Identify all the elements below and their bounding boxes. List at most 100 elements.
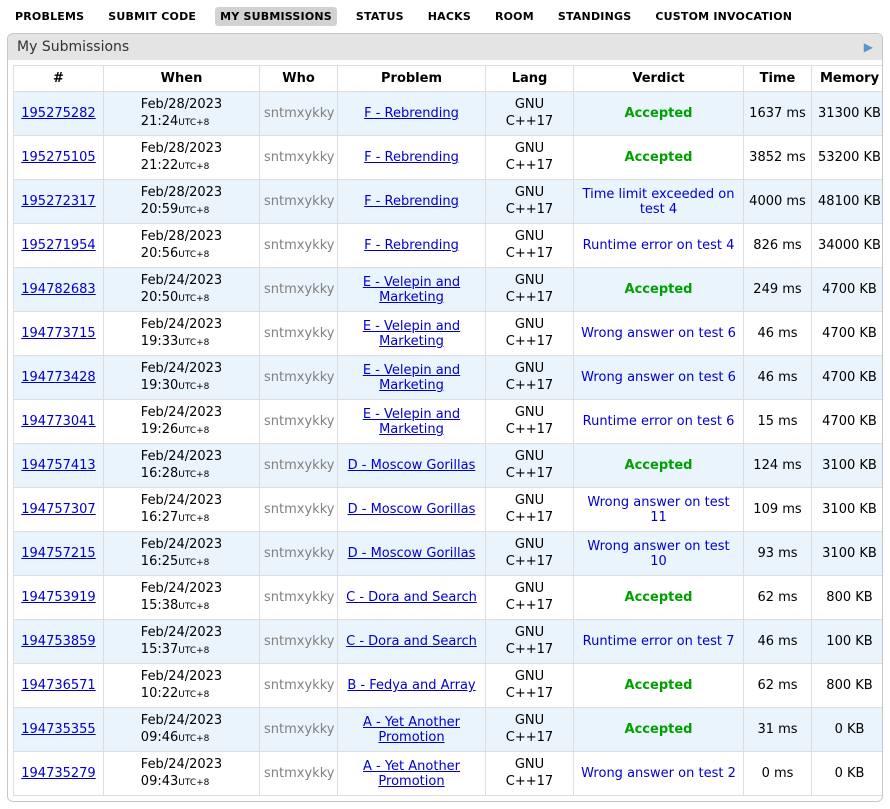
submission-id-link[interactable]: 194735279 bbox=[21, 766, 95, 781]
cell-verdict: Accepted bbox=[574, 268, 744, 312]
problem-link[interactable]: A - Yet Another Promotion bbox=[363, 715, 460, 745]
cell-lang: GNU C++17 bbox=[486, 532, 574, 576]
cell-verdict: Wrong answer on test 6 bbox=[574, 312, 744, 356]
language-label: GNU C++17 bbox=[505, 273, 555, 307]
submission-row: 194753919Feb/24/202315:38UTC+8sntmxykkyC… bbox=[14, 576, 884, 620]
submission-id-link[interactable]: 194736571 bbox=[21, 678, 95, 693]
problem-link[interactable]: E - Velepin and Marketing bbox=[363, 319, 460, 349]
submission-time: 15:38UTC+8 bbox=[141, 598, 222, 614]
cell-who: sntmxykky bbox=[260, 752, 338, 796]
timezone-label: UTC+8 bbox=[178, 382, 209, 392]
nav-item-my-submissions[interactable]: MY SUBMISSIONS bbox=[215, 7, 337, 26]
nav-item-status[interactable]: STATUS bbox=[351, 7, 409, 26]
submission-row: 194736571Feb/24/202310:22UTC+8sntmxykkyB… bbox=[14, 664, 884, 708]
timezone-label: UTC+8 bbox=[178, 470, 209, 480]
submission-id-link[interactable]: 194782683 bbox=[21, 282, 95, 297]
cell-submission-id: 195275105 bbox=[14, 136, 104, 180]
cell-submission-id: 195271954 bbox=[14, 224, 104, 268]
when-text: Feb/24/202309:46UTC+8 bbox=[141, 713, 222, 746]
cell-problem: C - Dora and Search bbox=[338, 620, 486, 664]
problem-link[interactable]: F - Rebrending bbox=[364, 106, 459, 121]
submission-id-link[interactable]: 195275105 bbox=[21, 150, 95, 165]
cell-lang: GNU C++17 bbox=[486, 224, 574, 268]
problem-link[interactable]: D - Moscow Gorillas bbox=[348, 502, 476, 517]
nav-item-room[interactable]: ROOM bbox=[490, 7, 539, 26]
cell-lang: GNU C++17 bbox=[486, 576, 574, 620]
my-submissions-panel: My Submissions ▶ #WhenWhoProblemLangVerd… bbox=[7, 33, 883, 802]
cell-when: Feb/24/202315:37UTC+8 bbox=[104, 620, 260, 664]
cell-verdict: Accepted bbox=[574, 664, 744, 708]
submission-id-link[interactable]: 195272317 bbox=[21, 194, 95, 209]
submission-id-link[interactable]: 194773715 bbox=[21, 326, 95, 341]
language-label: GNU C++17 bbox=[505, 361, 555, 395]
verdict-label: Accepted bbox=[625, 458, 693, 473]
cell-time: 109 ms bbox=[744, 488, 812, 532]
cell-when: Feb/24/202319:26UTC+8 bbox=[104, 400, 260, 444]
cell-submission-id: 194735355 bbox=[14, 708, 104, 752]
problem-link[interactable]: D - Moscow Gorillas bbox=[348, 458, 476, 473]
submission-time: 20:50UTC+8 bbox=[141, 290, 222, 306]
cell-submission-id: 194782683 bbox=[14, 268, 104, 312]
problem-link[interactable]: A - Yet Another Promotion bbox=[363, 759, 460, 789]
submission-date: Feb/28/2023 bbox=[141, 229, 222, 245]
submission-date: Feb/28/2023 bbox=[141, 141, 222, 157]
cell-lang: GNU C++17 bbox=[486, 752, 574, 796]
submission-id-link[interactable]: 195275282 bbox=[21, 106, 95, 121]
verdict-label: Wrong answer on test 6 bbox=[581, 326, 736, 341]
problem-link[interactable]: E - Velepin and Marketing bbox=[363, 407, 460, 437]
cell-lang: GNU C++17 bbox=[486, 356, 574, 400]
cell-submission-id: 195272317 bbox=[14, 180, 104, 224]
cell-who: sntmxykky bbox=[260, 180, 338, 224]
submission-id-link[interactable]: 194753919 bbox=[21, 590, 95, 605]
cell-who: sntmxykky bbox=[260, 532, 338, 576]
nav-item-standings[interactable]: STANDINGS bbox=[553, 7, 636, 26]
cell-time: 0 ms bbox=[744, 752, 812, 796]
submission-id-link[interactable]: 194773428 bbox=[21, 370, 95, 385]
problem-link[interactable]: F - Rebrending bbox=[364, 238, 459, 253]
problem-link[interactable]: D - Moscow Gorillas bbox=[348, 546, 476, 561]
submission-id-link[interactable]: 194757215 bbox=[21, 546, 95, 561]
language-label: GNU C++17 bbox=[505, 669, 555, 703]
timezone-label: UTC+8 bbox=[178, 602, 209, 612]
submission-id-link[interactable]: 194773041 bbox=[21, 414, 95, 429]
submission-id-link[interactable]: 194753859 bbox=[21, 634, 95, 649]
cell-who: sntmxykky bbox=[260, 356, 338, 400]
nav-item-hacks[interactable]: HACKS bbox=[423, 7, 476, 26]
nav-item-problems[interactable]: PROBLEMS bbox=[10, 7, 89, 26]
when-text: Feb/24/202309:43UTC+8 bbox=[141, 757, 222, 790]
cell-verdict: Wrong answer on test 2 bbox=[574, 752, 744, 796]
problem-link[interactable]: F - Rebrending bbox=[364, 150, 459, 165]
problem-link[interactable]: F - Rebrending bbox=[364, 194, 459, 209]
nav-item-custom-invocation[interactable]: CUSTOM INVOCATION bbox=[650, 7, 797, 26]
cell-verdict: Runtime error on test 6 bbox=[574, 400, 744, 444]
submission-id-link[interactable]: 195271954 bbox=[21, 238, 95, 253]
problem-link[interactable]: E - Velepin and Marketing bbox=[363, 363, 460, 393]
submission-time: 09:43UTC+8 bbox=[141, 774, 222, 790]
submission-id-link[interactable]: 194735355 bbox=[21, 722, 95, 737]
submission-date: Feb/24/2023 bbox=[141, 361, 222, 377]
cell-problem: A - Yet Another Promotion bbox=[338, 752, 486, 796]
nav-item-submit-code[interactable]: SUBMIT CODE bbox=[103, 7, 201, 26]
submission-time: 21:24UTC+8 bbox=[141, 114, 222, 130]
verdict-label: Runtime error on test 7 bbox=[583, 634, 735, 649]
collapse-arrow-icon[interactable]: ▶ bbox=[864, 41, 873, 53]
cell-memory: 34000 KB bbox=[812, 224, 884, 268]
problem-link[interactable]: E - Velepin and Marketing bbox=[363, 275, 460, 305]
submission-id-link[interactable]: 194757307 bbox=[21, 502, 95, 517]
problem-link[interactable]: C - Dora and Search bbox=[346, 590, 477, 605]
submission-time: 10:22UTC+8 bbox=[141, 686, 222, 702]
language-label: GNU C++17 bbox=[505, 141, 555, 175]
language-label: GNU C++17 bbox=[505, 405, 555, 439]
problem-link[interactable]: C - Dora and Search bbox=[346, 634, 477, 649]
cell-problem: D - Moscow Gorillas bbox=[338, 444, 486, 488]
cell-time: 4000 ms bbox=[744, 180, 812, 224]
submission-date: Feb/24/2023 bbox=[141, 625, 222, 641]
cell-who: sntmxykky bbox=[260, 224, 338, 268]
submission-date: Feb/24/2023 bbox=[141, 449, 222, 465]
problem-link[interactable]: B - Fedya and Array bbox=[347, 678, 475, 693]
submission-id-link[interactable]: 194757413 bbox=[21, 458, 95, 473]
submission-row: 194773041Feb/24/202319:26UTC+8sntmxykkyE… bbox=[14, 400, 884, 444]
cell-who: sntmxykky bbox=[260, 268, 338, 312]
cell-when: Feb/28/202320:56UTC+8 bbox=[104, 224, 260, 268]
cell-who: sntmxykky bbox=[260, 312, 338, 356]
